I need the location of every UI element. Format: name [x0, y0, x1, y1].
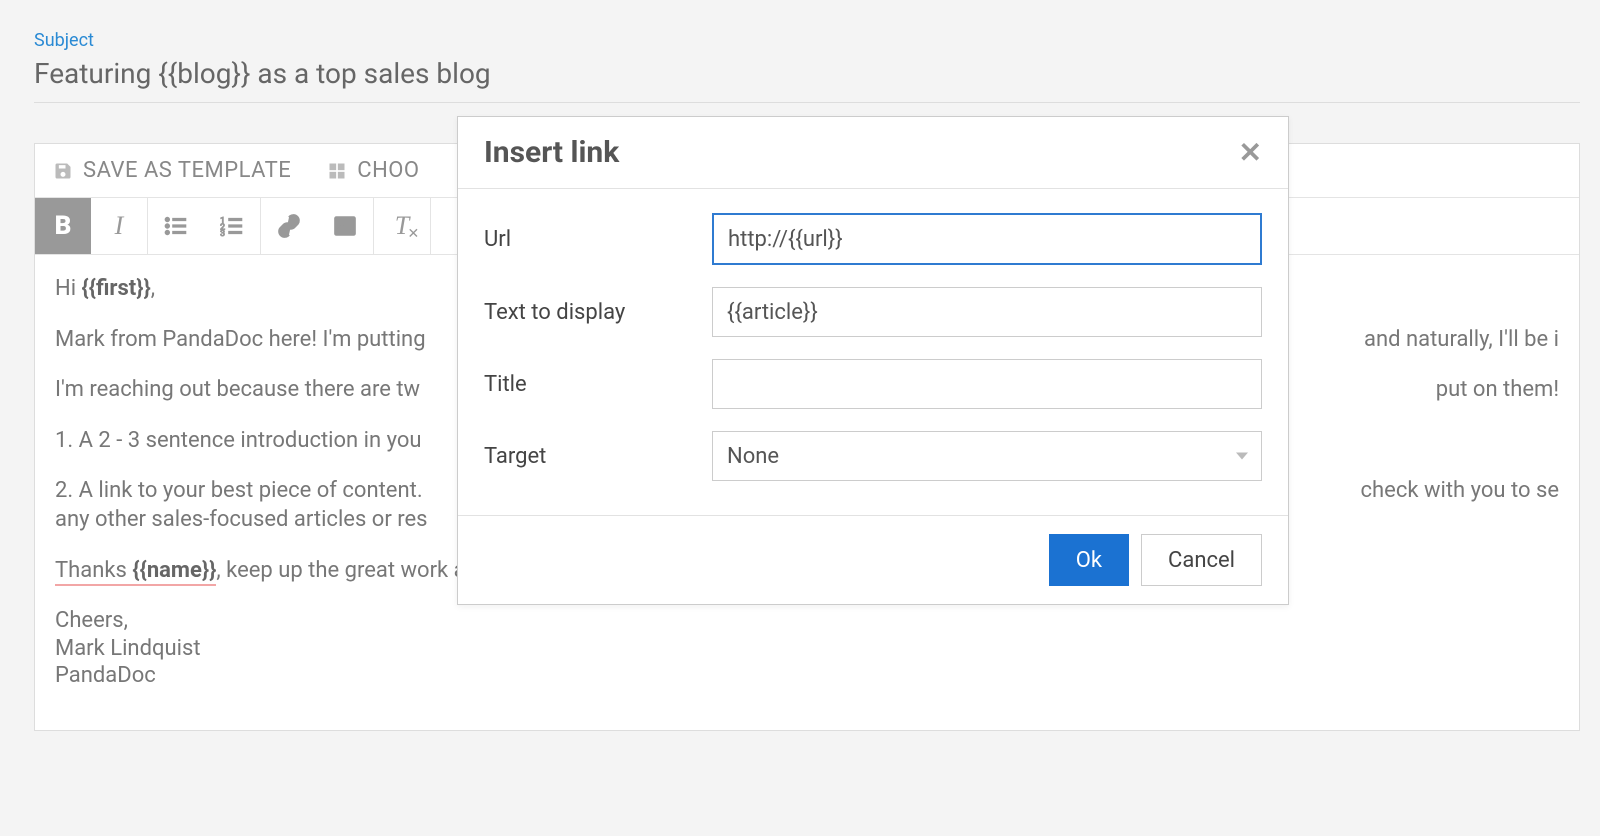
signature-line-2: Mark Lindquist — [55, 635, 1559, 663]
save-as-template-label: SAVE AS TEMPLATE — [83, 158, 291, 183]
bold-button[interactable]: B — [35, 198, 91, 254]
subject-label: Subject — [34, 30, 1580, 51]
tiles-icon — [327, 161, 347, 181]
url-input[interactable] — [712, 213, 1262, 265]
save-as-template-button[interactable]: SAVE AS TEMPLATE — [53, 158, 291, 183]
text-to-display-label: Text to display — [484, 300, 712, 325]
signature-line-1: Cheers, — [55, 607, 1559, 635]
link-icon — [276, 213, 302, 239]
italic-button[interactable]: I — [91, 198, 147, 254]
title-label: Title — [484, 372, 712, 397]
greeting-suffix: , — [151, 276, 155, 301]
target-label: Target — [484, 444, 712, 469]
target-select[interactable] — [712, 431, 1262, 481]
url-label: Url — [484, 227, 712, 252]
bullet-list-icon — [163, 213, 189, 239]
bullet-list-button[interactable] — [148, 198, 204, 254]
body-p2-tail: put on them! — [1436, 376, 1559, 405]
choose-template-label: CHOO — [357, 158, 419, 183]
body-p1-tail: and naturally, I'll be i — [1364, 326, 1559, 355]
image-button[interactable] — [317, 198, 373, 254]
numbered-list-button[interactable]: 123 — [204, 198, 260, 254]
signature-line-3: PandaDoc — [55, 662, 1559, 690]
cancel-button[interactable]: Cancel — [1141, 534, 1262, 586]
numbered-list-icon: 123 — [219, 213, 245, 239]
body-p5-token: {{name}} — [132, 558, 216, 586]
body-p1: Mark from PandaDoc here! I'm putting — [55, 326, 426, 355]
body-p2: I'm reaching out because there are tw — [55, 376, 420, 405]
greeting-prefix: Hi — [55, 276, 82, 301]
svg-text:3: 3 — [220, 229, 225, 239]
ok-button[interactable]: Ok — [1049, 534, 1129, 586]
modal-close-button[interactable]: ✕ — [1239, 136, 1262, 169]
save-icon — [53, 161, 73, 181]
subject-field[interactable]: Featuring {{blog}} as a top sales blog — [34, 57, 1580, 103]
choose-template-button[interactable]: CHOO — [327, 158, 419, 183]
body-p4a-tail: check with you to se — [1361, 477, 1559, 506]
title-input[interactable] — [712, 359, 1262, 409]
body-p5-prefix: Thanks — [55, 558, 132, 583]
text-to-display-input[interactable] — [712, 287, 1262, 337]
chevron-down-icon — [1236, 453, 1248, 460]
clear-format-icon: T✕ — [395, 211, 409, 241]
greeting-token: {{first}} — [82, 276, 151, 301]
insert-link-modal: Insert link ✕ Url Text to display Title … — [457, 116, 1289, 605]
close-icon: ✕ — [1239, 136, 1262, 169]
link-button[interactable] — [261, 198, 317, 254]
body-p4a: 2. A link to your best piece of content. — [55, 477, 423, 506]
clear-format-button[interactable]: T✕ — [374, 198, 430, 254]
image-icon — [332, 213, 358, 239]
modal-title: Insert link — [484, 135, 619, 170]
